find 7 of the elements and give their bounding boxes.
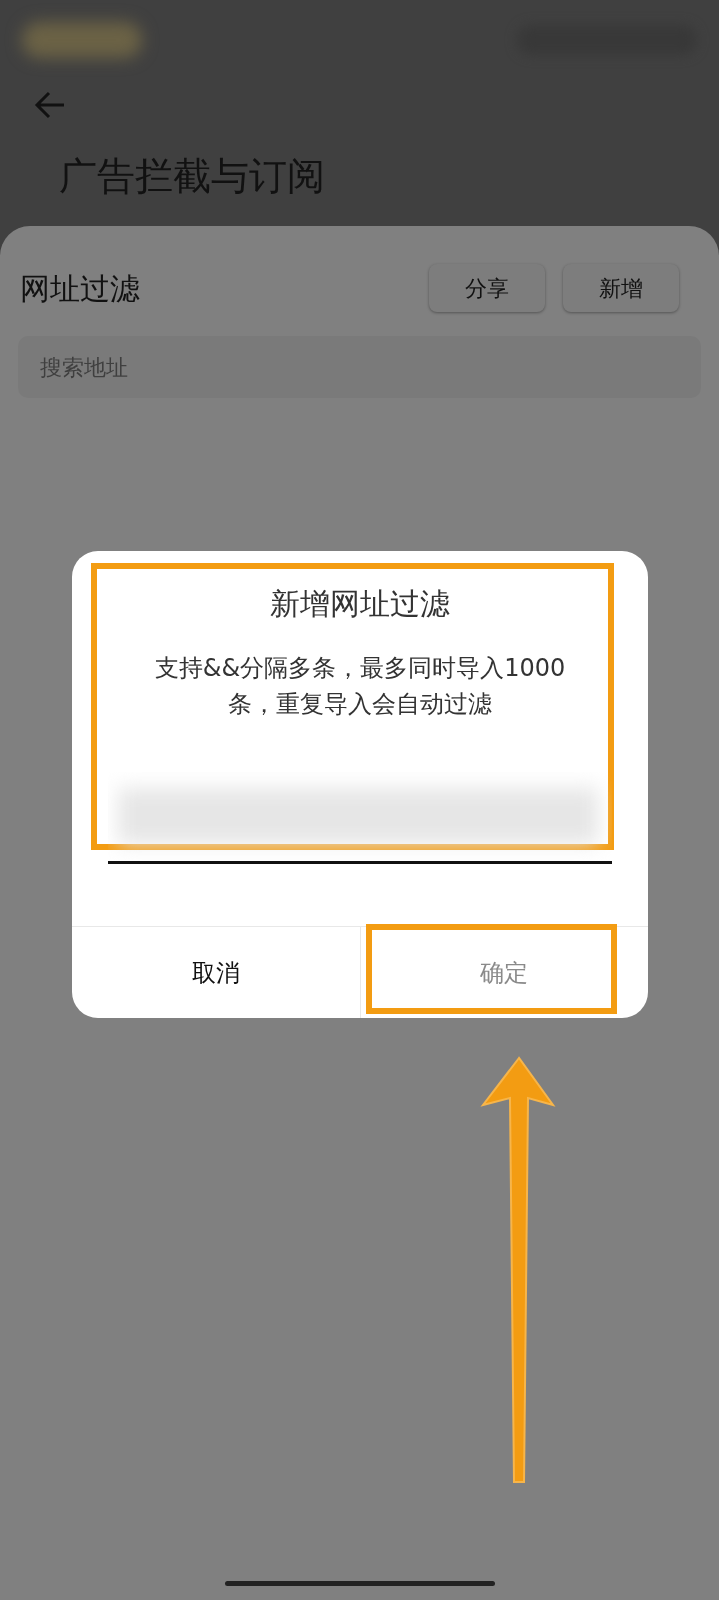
action-button[interactable]: 分享 xyxy=(429,264,545,312)
action-button[interactable]: 新增 xyxy=(563,264,679,312)
dialog-message: 支持&&分隔多条，最多同时导入1000条，重复导入会自动过滤 xyxy=(153,653,567,720)
dialog-button[interactable]: 取消 xyxy=(72,927,360,1018)
section-title: 网址过滤 xyxy=(19,269,140,308)
search-field[interactable]: 搜索地址 xyxy=(18,336,701,398)
dialog-title: 新增网址过滤 xyxy=(269,585,451,623)
